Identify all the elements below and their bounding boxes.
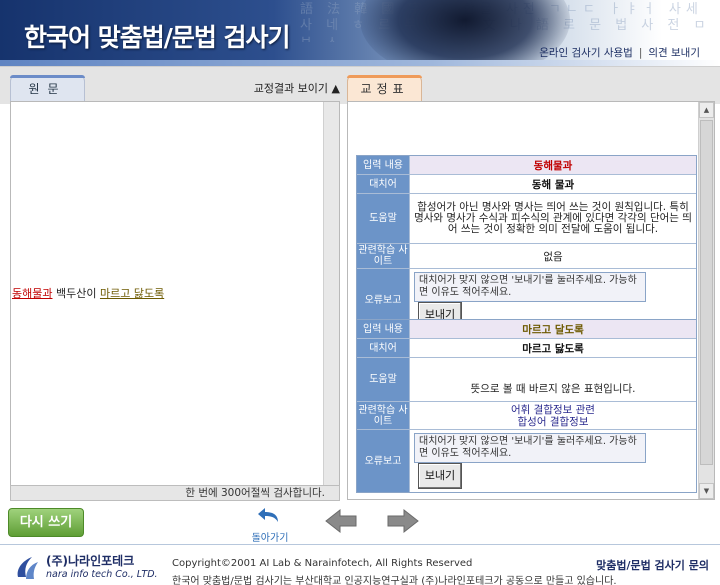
back-label: 돌아가기 <box>251 533 289 544</box>
input-value: 동해물과 <box>410 156 696 175</box>
send-button[interactable]: 보내기 <box>418 463 462 489</box>
show-results-toggle[interactable]: 교정결과 보이기 ▲ <box>254 80 340 96</box>
previous-button[interactable] <box>324 508 358 534</box>
tab-original-text[interactable]: 원문 <box>10 75 85 101</box>
input-value: 마르고 달도록 <box>410 320 696 339</box>
word-limit-note: 한 번에 300어절씩 검사합니다. <box>10 485 340 501</box>
sites-value: 없음 <box>410 244 696 269</box>
page-title: 한국어 맞춤법/문법 검사기 <box>24 23 291 52</box>
inquiry-link[interactable]: 맞춤법/문법 검사기 문의 <box>596 557 709 573</box>
back-button[interactable]: 돌아가기 <box>243 506 297 544</box>
suggestion-label: 대치어 <box>357 175 410 194</box>
copyright-text: Copyright©2001 AI Lab & Narainfotech, Al… <box>172 558 473 569</box>
report-input[interactable]: 대치어가 맞지 않으면 '보내기'를 눌러주세요. 가능하면 이유도 적어주세요… <box>414 433 646 463</box>
source-text-line: 동해물과 백두산이 마르고 닳도록 <box>12 285 164 301</box>
header-links: 온라인 검사기 사용법 | 의견 보내기 <box>539 45 700 60</box>
input-label: 입력 내용 <box>357 320 410 339</box>
usage-guide-link[interactable]: 온라인 검사기 사용법 <box>539 47 633 59</box>
tab-proofreading-label: 교정표 <box>360 82 409 96</box>
company-name-korean: (주)나라인포테크 <box>46 554 135 568</box>
next-button[interactable] <box>386 508 420 534</box>
correction-table: 입력 내용 동해물과 대치어 동해 물과 도움말 합성어가 아닌 명사와 명사는… <box>356 155 697 332</box>
sites-label: 관련학습 사이트 <box>357 244 410 269</box>
source-error-word-2[interactable]: 마르고 닳도록 <box>100 287 164 300</box>
sites-label: 관련학습 사이트 <box>357 402 410 430</box>
rewrite-button[interactable]: 다시 쓰기 <box>8 508 84 537</box>
scroll-up-icon[interactable]: ▲ <box>699 102 714 118</box>
feedback-link[interactable]: 의견 보내기 <box>648 47 700 59</box>
suggestion-value[interactable]: 동해 물과 <box>410 175 696 194</box>
back-arrow-icon <box>258 508 278 522</box>
source-plain-text: 백두산이 <box>52 287 100 300</box>
footer: (주)나라인포테크 nara info tech Co., LTD. Copyr… <box>0 544 720 585</box>
company-logo: (주)나라인포테크 nara info tech Co., LTD. <box>14 551 158 583</box>
suggestion-label: 대치어 <box>357 339 410 358</box>
right-scrollbar[interactable]: ▲ ▼ <box>698 102 714 499</box>
source-error-word-1[interactable]: 동해물과 <box>12 287 52 300</box>
proofreading-panel: 입력 내용 동해물과 대치어 동해 물과 도움말 합성어가 아닌 명사와 명사는… <box>347 101 715 500</box>
scroll-down-icon[interactable]: ▼ <box>699 483 714 499</box>
help-label: 도움말 <box>357 194 410 244</box>
company-name-english: nara info tech Co., LTD. <box>46 569 158 580</box>
input-label: 입력 내용 <box>357 156 410 175</box>
left-scrollbar[interactable] <box>323 102 339 485</box>
report-input[interactable]: 대치어가 맞지 않으면 '보내기'를 눌러주세요. 가능하면 이유도 적어주세요… <box>414 272 646 302</box>
tab-accent <box>347 75 422 78</box>
company-logo-icon <box>17 557 38 579</box>
scroll-thumb[interactable] <box>700 120 713 465</box>
site-link-1[interactable]: 어휘 결합정보 관련 <box>410 404 696 416</box>
help-text: 뜻으로 볼 때 바르지 않은 표현입니다. <box>410 358 696 402</box>
help-label: 도움말 <box>357 358 410 402</box>
original-text-panel: 원문 교정결과 보이기 ▲ 동해물과 백두산이 마르고 닳도록 한 번에 300… <box>10 74 340 501</box>
tab-original-label: 원문 <box>28 82 67 96</box>
original-text-area[interactable]: 동해물과 백두산이 마르고 닳도록 <box>10 101 340 486</box>
report-label: 오류보고 <box>357 430 410 492</box>
site-link-2[interactable]: 합성어 결합정보 <box>410 416 696 428</box>
link-separator: | <box>638 47 643 59</box>
arrow-left-icon <box>325 508 357 534</box>
suggestion-value[interactable]: 마르고 닳도록 <box>410 339 696 358</box>
footer-description: 한국어 맞춤법/문법 검사기는 부산대학교 인공지능연구실과 (주)나라인포테크… <box>172 576 617 585</box>
tab-proofreading-table[interactable]: 교정표 <box>347 75 422 101</box>
arrow-right-icon <box>387 508 419 534</box>
help-text: 합성어가 아닌 명사와 명사는 띄어 쓰는 것이 원칙입니다. 특히 명사와 명… <box>410 194 696 244</box>
app-header: 語 法 韓 國 字 文 한글 사전 ㄱㄴㄷ ㅏㅑㅓ 사세 사 네 ㅎ 르 무 니… <box>0 0 720 66</box>
report-cell: 대치어가 맞지 않으면 '보내기'를 눌러주세요. 가능하면 이유도 적어주세요… <box>410 430 696 492</box>
correction-table: 입력 내용 마르고 달도록 대치어 마르고 닳도록 도움말 뜻으로 볼 때 바르… <box>356 319 697 493</box>
sites-value: 어휘 결합정보 관련 합성어 결합정보 <box>410 402 696 430</box>
tab-accent <box>10 75 85 78</box>
